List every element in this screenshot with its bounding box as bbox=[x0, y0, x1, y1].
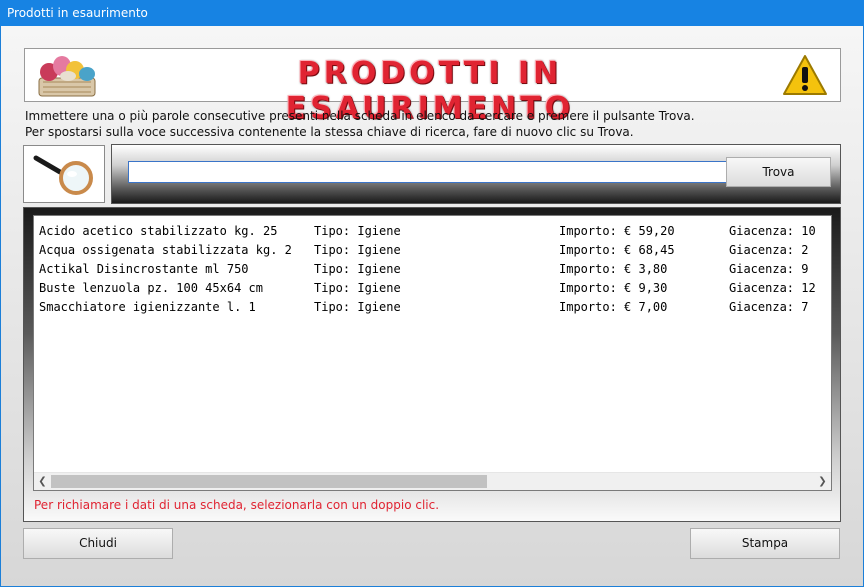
item-stock: Giacenza: 12 bbox=[729, 281, 816, 295]
item-type: Tipo: Igiene bbox=[314, 224, 401, 238]
item-amount: Importo: € 3,80 bbox=[559, 262, 668, 276]
results-list[interactable]: Acido acetico stabilizzato kg. 25 Tipo: … bbox=[33, 215, 832, 491]
item-name: Actikal Disincrostante ml 750 bbox=[39, 262, 249, 276]
item-amount: Importo: € 68,45 bbox=[559, 243, 675, 257]
scroll-left-icon[interactable]: ❮ bbox=[35, 474, 50, 489]
item-stock: Giacenza: 2 bbox=[729, 243, 809, 257]
instructions-line-2: Per spostarsi sulla voce successiva cont… bbox=[25, 125, 634, 139]
item-amount: Importo: € 9,30 bbox=[559, 281, 668, 295]
window-title: Prodotti in esaurimento bbox=[7, 6, 148, 20]
scroll-right-icon[interactable]: ❯ bbox=[815, 474, 830, 489]
list-item[interactable]: Buste lenzuola pz. 100 45x64 cm Tipo: Ig… bbox=[39, 279, 829, 298]
item-name: Acqua ossigenata stabilizzata kg. 2 bbox=[39, 243, 292, 257]
warning-icon bbox=[783, 55, 827, 95]
find-button[interactable]: Trova bbox=[726, 157, 831, 187]
close-button[interactable]: Chiudi bbox=[23, 528, 173, 559]
item-stock: Giacenza: 7 bbox=[729, 300, 809, 314]
header-banner: PRODOTTI IN ESAURIMENTO bbox=[24, 48, 841, 126]
scrollbar-thumb[interactable] bbox=[51, 475, 487, 488]
item-amount: Importo: € 59,20 bbox=[559, 224, 675, 238]
dialog-body: PRODOTTI IN ESAURIMENTO Immettere una o … bbox=[1, 26, 863, 586]
list-item[interactable]: Smacchiatore igienizzante l. 1 Tipo: Igi… bbox=[39, 298, 829, 317]
results-panel: Acido acetico stabilizzato kg. 25 Tipo: … bbox=[23, 207, 841, 522]
item-name: Smacchiatore igienizzante l. 1 bbox=[39, 300, 256, 314]
list-item[interactable]: Acqua ossigenata stabilizzata kg. 2 Tipo… bbox=[39, 241, 829, 260]
magnifier-icon bbox=[33, 155, 93, 195]
item-name: Acido acetico stabilizzato kg. 25 bbox=[39, 224, 278, 238]
cleaning-products-icon bbox=[38, 56, 96, 97]
list-item[interactable]: Actikal Disincrostante ml 750 Tipo: Igie… bbox=[39, 260, 829, 279]
item-name: Buste lenzuola pz. 100 45x64 cm bbox=[39, 281, 263, 295]
horizontal-scrollbar[interactable]: ❮ ❯ bbox=[34, 472, 831, 490]
print-button[interactable]: Stampa bbox=[690, 528, 840, 559]
item-stock: Giacenza: 9 bbox=[729, 262, 809, 276]
item-type: Tipo: Igiene bbox=[314, 262, 401, 276]
item-type: Tipo: Igiene bbox=[314, 243, 401, 257]
item-stock: Giacenza: 10 bbox=[729, 224, 816, 238]
item-amount: Importo: € 7,00 bbox=[559, 300, 668, 314]
item-type: Tipo: Igiene bbox=[314, 281, 401, 295]
instructions-line-1: Immettere una o più parole consecutive p… bbox=[25, 109, 695, 123]
results-rows: Acido acetico stabilizzato kg. 25 Tipo: … bbox=[39, 222, 829, 468]
magnifier-box bbox=[23, 145, 105, 203]
search-panel: Trova bbox=[111, 144, 841, 204]
item-type: Tipo: Igiene bbox=[314, 300, 401, 314]
search-input[interactable] bbox=[128, 161, 728, 183]
list-item[interactable]: Acido acetico stabilizzato kg. 25 Tipo: … bbox=[39, 222, 829, 241]
window-titlebar: Prodotti in esaurimento bbox=[0, 0, 864, 26]
double-click-hint: Per richiamare i dati di una scheda, sel… bbox=[34, 498, 440, 512]
